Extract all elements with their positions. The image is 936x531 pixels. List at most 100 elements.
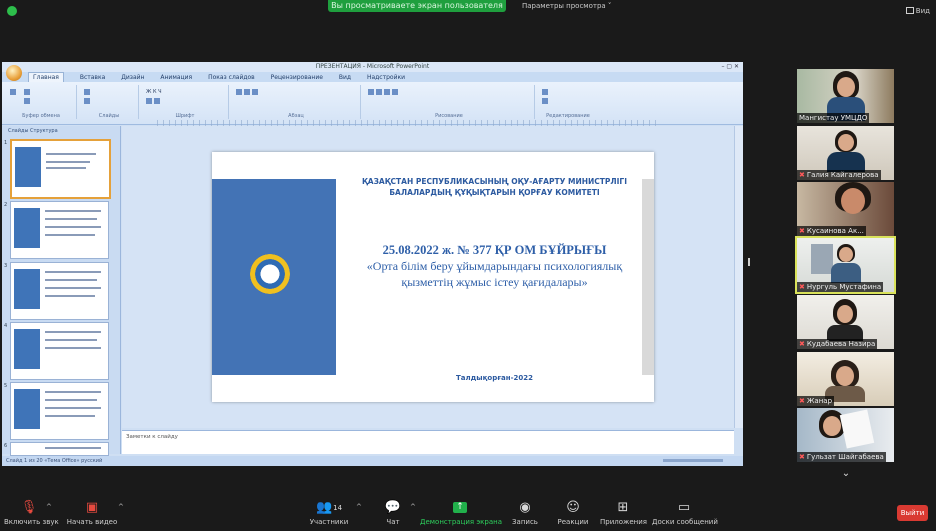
ribbon-group-clipboard: Буфер обмена <box>6 85 77 119</box>
participant-tile[interactable]: ✖ Кусаинова Ак... <box>797 182 894 236</box>
ppt-window-title: ПРЕЗЕНТАЦИЯ - Microsoft PowerPoint <box>315 63 430 70</box>
chevron-down-icon[interactable]: ⌄ <box>838 468 854 480</box>
apps-icon: ⊞ <box>617 500 629 515</box>
chat-icon: 💬 <box>384 500 402 515</box>
view-button[interactable]: Вид <box>905 7 930 15</box>
participants-button[interactable]: 👥14 Участники <box>306 492 352 531</box>
unmute-label: Включить звук <box>4 518 59 526</box>
new-slide-icon <box>84 89 92 96</box>
share-screen-button[interactable]: ↑ Демонстрация экрана <box>420 492 502 531</box>
grid-view-icon <box>905 7 914 14</box>
leave-meeting-button[interactable]: Выйти <box>897 505 928 521</box>
vertical-scrollbar <box>734 126 743 428</box>
ppt-ribbon-tabs: Главная Вставка Дизайн Анимация Показ сл… <box>2 72 743 82</box>
top-bar: Вы просматриваете экран пользователя Пар… <box>0 0 936 22</box>
zoom-slider <box>663 459 723 462</box>
participant-tile[interactable]: ✖ Жанар <box>797 352 894 406</box>
thumb-number: 6 <box>4 443 8 449</box>
mic-muted-icon: ✖ <box>799 283 805 291</box>
mic-muted-icon: ✖ <box>799 340 805 348</box>
ribbon-group-slides: Слайды <box>80 85 139 119</box>
participant-name-text: Галия Кайгалерова <box>806 171 879 179</box>
cut-icon <box>24 89 32 96</box>
ppt-ribbon: Буфер обмена Слайды Ж К Ч Шрифт Абзац Ри… <box>2 82 743 125</box>
window-controls: – ▢ ✕ <box>721 63 739 70</box>
view-options-dropdown[interactable]: Параметры просмотра ˅ <box>522 2 611 10</box>
mic-muted-icon: ✖ <box>799 397 805 405</box>
chevron-up-icon[interactable]: ^ <box>356 503 362 511</box>
participant-tile[interactable]: ✖ Галия Кайгалерова <box>797 126 894 180</box>
ribbon-group-font: Ж К Ч Шрифт <box>142 85 229 119</box>
ppt-tab-home: Главная <box>28 72 64 82</box>
ribbon-group-label: Шрифт <box>175 113 195 119</box>
mic-muted-icon: ✖ <box>799 453 805 461</box>
ppt-tab-animation: Анимация <box>160 74 193 81</box>
ribbon-group-paragraph: Абзац <box>232 85 361 119</box>
start-video-button[interactable]: ▣ Начать видео <box>64 492 120 531</box>
ppt-status-text: Слайд 1 из 20 «Тема Office» русский <box>6 458 103 464</box>
ribbon-group-drawing: Рисование <box>364 85 535 119</box>
record-icon: ◉ <box>519 500 531 515</box>
participant-name-text: Жанар <box>806 397 833 405</box>
apps-button[interactable]: ⊞ Приложения <box>600 492 647 531</box>
replace-icon <box>542 98 550 105</box>
slide-editing-area: ҚАЗАҚСТАН РЕСПУБЛИКАСЫНЫҢ ОҚУ-АҒАРТУ МИН… <box>122 126 734 428</box>
slide-gray-strip <box>642 179 654 375</box>
whiteboard-icon: ▭ <box>677 500 691 515</box>
chevron-up-icon[interactable]: ^ <box>46 503 52 511</box>
participants-count: 14 <box>333 504 343 512</box>
participant-tile-active-speaker[interactable]: ✖ Нургуль Мустафина <box>795 236 896 294</box>
mic-muted-icon: ✖ <box>799 171 805 179</box>
unmute-button[interactable]: 🎙 Включить звук <box>4 492 59 531</box>
share-screen-icon: ↑ <box>420 498 500 518</box>
participant-name-text: Мангистау УМЦДО <box>799 114 868 122</box>
participant-name: ✖ Жанар <box>797 396 835 406</box>
ribbon-group-label: Рисование <box>435 113 463 119</box>
apps-label: Приложения <box>600 518 647 526</box>
slide-thumbnail <box>10 322 109 380</box>
ministry-heading: ҚАЗАҚСТАН РЕСПУБЛИКАСЫНЫҢ ОҚУ-АҒАРТУ МИН… <box>361 177 627 197</box>
slide-thumbnails-pane: Слайды Структура 1 2 3 4 5 6 <box>2 126 121 456</box>
participant-name-text: Нургуль Мустафина <box>806 283 882 291</box>
shared-screen-powerpoint: ПРЕЗЕНТАЦИЯ - Microsoft PowerPoint – ▢ ✕… <box>2 62 743 466</box>
order-number: 25.08.2022 ж. № 377 ҚР ОМ БҰЙРЫҒЫ <box>382 243 607 257</box>
ribbon-group-label: Слайды <box>98 113 120 119</box>
slide-thumbnail <box>10 442 109 456</box>
slide-thumbnail <box>10 382 109 440</box>
view-button-label: Вид <box>915 7 930 15</box>
whiteboard-button[interactable]: ▭ Доски сообщений <box>652 492 718 531</box>
thumb-number: 2 <box>4 202 8 208</box>
participant-tile[interactable]: ✖ Кудабаева Назира <box>797 295 894 349</box>
slide-notes: Заметки к слайду <box>122 430 734 454</box>
reactions-button[interactable]: ☺ Реакции <box>556 492 590 531</box>
ribbon-group-editing: Редактирование <box>538 85 598 119</box>
record-button[interactable]: ◉ Запись <box>510 492 540 531</box>
thumb-number: 3 <box>4 263 8 269</box>
ppt-tab-view: Вид <box>338 74 352 81</box>
participant-name-text: Кудабаева Назира <box>806 340 876 348</box>
reactions-label: Реакции <box>557 518 589 526</box>
font-color-icon <box>146 98 162 105</box>
participants-label: Участники <box>309 518 349 526</box>
slide-thumbnail <box>10 139 111 199</box>
whiteboard-label: Доски сообщений <box>652 518 718 526</box>
ppt-tab-design: Дизайн <box>121 74 145 81</box>
chat-button[interactable]: 💬 Чат <box>380 492 406 531</box>
ribbon-group-label: Редактирование <box>546 113 590 119</box>
shield-check-icon[interactable] <box>7 6 17 16</box>
ppt-tab-insert: Вставка <box>79 74 106 81</box>
thumb-number: 1 <box>4 140 8 146</box>
ppt-tab-addins: Надстройки <box>366 74 406 81</box>
participant-name: ✖ Гульзат Шайгабаева <box>797 452 886 462</box>
participant-name: ✖ Кудабаева Назира <box>797 339 878 349</box>
reactions-icon: ☺ <box>566 500 580 515</box>
panel-splitter-handle[interactable] <box>748 258 750 266</box>
thumb-number: 5 <box>4 383 8 389</box>
participant-tile[interactable]: ✖ Гульзат Шайгабаева <box>797 408 894 462</box>
chevron-up-icon[interactable]: ^ <box>410 503 416 511</box>
participant-name: ✖ Кусаинова Ак... <box>797 226 866 236</box>
copy-icon <box>24 98 32 105</box>
participant-tile[interactable]: Мангистау УМЦДО <box>797 69 894 123</box>
slide-place-year: Талдықорған-2022 <box>456 374 533 382</box>
chevron-up-icon[interactable]: ^ <box>118 503 124 511</box>
